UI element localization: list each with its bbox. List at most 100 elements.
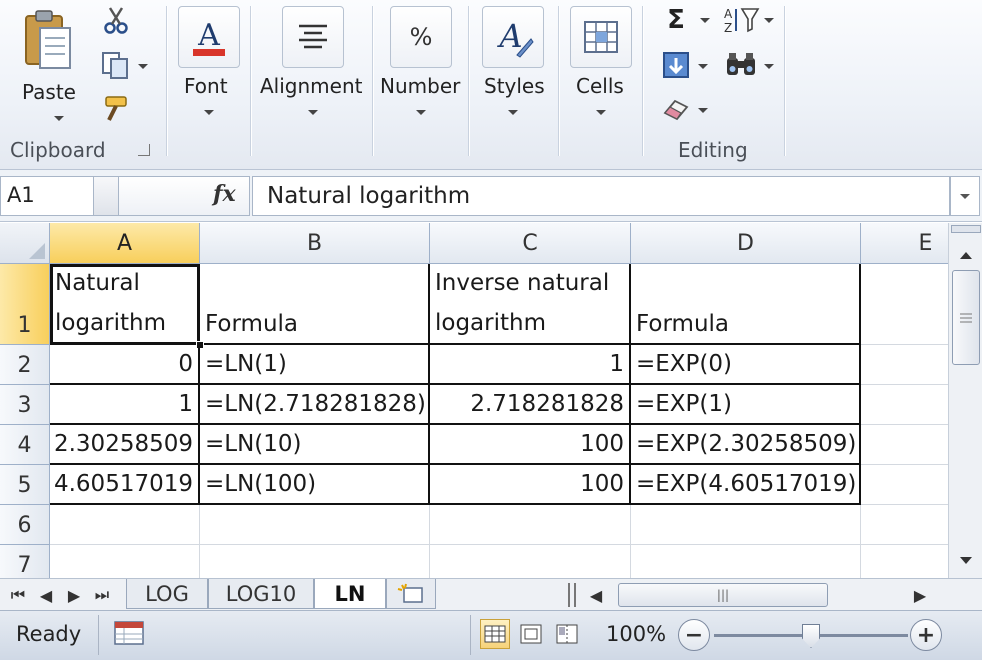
cell-c6[interactable]	[430, 505, 631, 545]
sheet-tab-log10[interactable]: LOG10	[208, 579, 314, 609]
horizontal-scrollbar[interactable]: ◀ ||| ▶	[578, 581, 948, 609]
column-header-b[interactable]: B	[200, 223, 430, 264]
cell-a5[interactable]: 4.60517019	[50, 465, 200, 505]
scroll-right-button[interactable]: ▶	[908, 583, 932, 607]
dialog-launcher-icon[interactable]	[138, 144, 150, 156]
cell-c2[interactable]: 1	[430, 345, 631, 385]
autosum-icon[interactable]: Σ	[660, 4, 692, 36]
zoom-out-button[interactable]: −	[678, 619, 710, 651]
column-header-e[interactable]: E	[861, 223, 948, 264]
cell-e1[interactable]	[861, 264, 948, 345]
name-box[interactable]: A1	[0, 176, 94, 216]
cell-e2[interactable]	[861, 345, 948, 385]
page-break-view-button[interactable]	[552, 619, 582, 649]
insert-function-icon[interactable]: fx	[213, 181, 236, 207]
insert-worksheet-button[interactable]	[386, 579, 436, 609]
clear-icon[interactable]	[660, 94, 692, 124]
cell-b1[interactable]: Formula	[200, 264, 430, 345]
row-header-6[interactable]: 6	[0, 505, 50, 545]
cell-e6[interactable]	[861, 505, 948, 545]
formula-input[interactable]: Natural logarithm	[252, 176, 950, 216]
split-box[interactable]	[951, 225, 981, 233]
cell-a7[interactable]	[50, 545, 200, 578]
row-header-5[interactable]: 5	[0, 465, 50, 505]
cell-c3[interactable]: 2.718281828	[430, 385, 631, 425]
fill-icon[interactable]	[660, 50, 692, 80]
last-sheet-icon[interactable]: ⏭	[90, 583, 114, 607]
cell-b6[interactable]	[200, 505, 430, 545]
next-sheet-icon[interactable]: ▶	[62, 583, 86, 607]
cell-b3[interactable]: =LN(2.718281828)	[200, 385, 430, 425]
cell-a4[interactable]: 2.30258509	[50, 425, 200, 465]
cell-a1[interactable]: Natural logarithm	[50, 264, 200, 345]
cell-b5[interactable]: =LN(100)	[200, 465, 430, 505]
sort-filter-icon[interactable]: AZ	[722, 4, 762, 36]
copy-dropdown-icon[interactable]	[138, 64, 148, 69]
styles-group[interactable]: A Styles	[470, 0, 558, 168]
vertical-scroll-thumb[interactable]	[952, 270, 980, 365]
row-header-3[interactable]: 3	[0, 385, 50, 425]
prev-sheet-icon[interactable]: ◀	[34, 583, 58, 607]
column-header-a[interactable]: A	[50, 223, 200, 264]
cell-a6[interactable]	[50, 505, 200, 545]
scroll-down-button[interactable]	[951, 549, 981, 573]
sheet-tab-ln[interactable]: LN	[314, 579, 386, 609]
scroll-up-button[interactable]	[951, 243, 981, 267]
cell-d2[interactable]: =EXP(0)	[631, 345, 861, 385]
first-sheet-icon[interactable]: ⏮	[6, 583, 30, 607]
cell-d6[interactable]	[631, 505, 861, 545]
cell-a2[interactable]: 0	[50, 345, 200, 385]
cell-c5[interactable]: 100	[430, 465, 631, 505]
cut-icon[interactable]	[100, 4, 132, 36]
row-header-7[interactable]: 7	[0, 545, 50, 578]
autosum-dropdown-icon[interactable]	[700, 18, 710, 23]
cell-c7[interactable]	[430, 545, 631, 578]
row-header-2[interactable]: 2	[0, 345, 50, 385]
cell-d4[interactable]: =EXP(2.30258509)	[631, 425, 861, 465]
vertical-scrollbar[interactable]	[948, 223, 982, 578]
cell-e3[interactable]	[861, 385, 948, 425]
find-select-dropdown-icon[interactable]	[764, 64, 774, 69]
cell-b2[interactable]: =LN(1)	[200, 345, 430, 385]
tab-split-handle[interactable]	[568, 583, 576, 607]
paste-dropdown-icon[interactable]	[54, 116, 64, 121]
column-header-c[interactable]: C	[430, 223, 631, 264]
cells-group[interactable]: Cells	[560, 0, 642, 168]
cell-d1[interactable]: Formula	[631, 264, 861, 345]
row-header-1[interactable]: 1	[0, 264, 50, 345]
zoom-in-button[interactable]: +	[910, 619, 942, 651]
cell-e5[interactable]	[861, 465, 948, 505]
cell-d3[interactable]: =EXP(1)	[631, 385, 861, 425]
paste-button[interactable]: Paste	[10, 4, 84, 124]
clear-dropdown-icon[interactable]	[698, 108, 708, 113]
number-group[interactable]: % Number	[374, 0, 468, 168]
cell-c1[interactable]: Inverse natural logarithm	[430, 264, 631, 345]
expand-formula-bar-button[interactable]	[950, 176, 980, 216]
scroll-left-button[interactable]: ◀	[584, 583, 608, 607]
select-all-button[interactable]	[0, 223, 50, 264]
cell-c4[interactable]: 100	[430, 425, 631, 465]
page-layout-view-button[interactable]	[516, 619, 546, 649]
fill-dropdown-icon[interactable]	[698, 64, 708, 69]
cell-b7[interactable]	[200, 545, 430, 578]
column-header-d[interactable]: D	[631, 223, 861, 264]
row-header-4[interactable]: 4	[0, 425, 50, 465]
zoom-level[interactable]: 100%	[606, 622, 666, 646]
alignment-group[interactable]: Alignment	[252, 0, 372, 168]
find-select-icon[interactable]	[724, 50, 758, 80]
font-group[interactable]: A Font	[168, 0, 250, 168]
cell-d7[interactable]	[631, 545, 861, 578]
cell-d5[interactable]: =EXP(4.60517019)	[631, 465, 861, 505]
cell-e7[interactable]	[861, 545, 948, 578]
cell-e4[interactable]	[861, 425, 948, 465]
format-painter-icon[interactable]	[98, 92, 132, 126]
sheet-tab-log[interactable]: LOG	[126, 579, 208, 609]
macro-record-icon[interactable]	[114, 621, 146, 647]
name-box-resize-handle[interactable]	[94, 176, 118, 216]
zoom-slider-thumb[interactable]	[802, 624, 820, 648]
normal-view-button[interactable]	[480, 619, 510, 649]
cell-b4[interactable]: =LN(10)	[200, 425, 430, 465]
cell-a3[interactable]: 1	[50, 385, 200, 425]
sort-filter-dropdown-icon[interactable]	[764, 18, 774, 23]
copy-icon[interactable]	[98, 48, 132, 82]
